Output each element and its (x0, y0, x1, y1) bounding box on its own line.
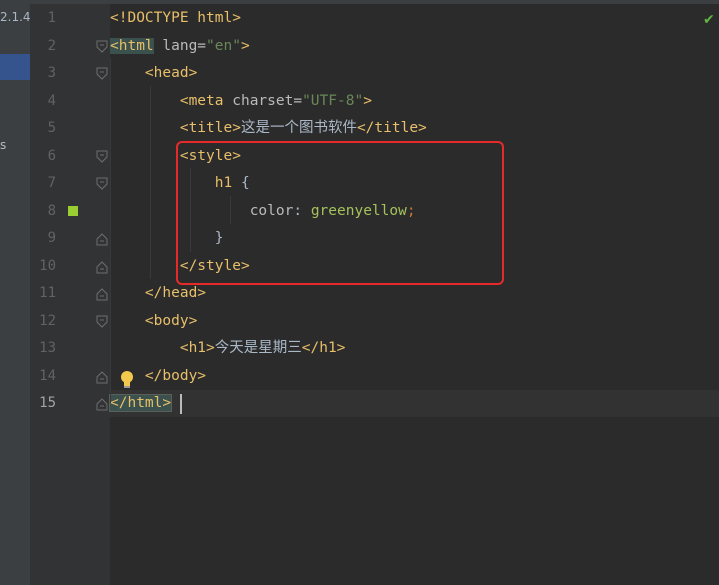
current-line-highlight (110, 390, 719, 417)
code-line[interactable]: <html lang="en"> (110, 33, 250, 60)
line-number: 4 (47, 92, 56, 109)
text-caret (180, 394, 182, 414)
code-token: 这是一个图书软件 (240, 120, 357, 136)
fold-marker-icon[interactable] (96, 67, 108, 81)
indent-guide-html (110, 58, 111, 403)
project-panel-mark: s (0, 138, 7, 152)
fold-marker-icon[interactable] (96, 260, 108, 274)
code-token: <body> (110, 312, 198, 329)
project-version-text: 2.1.4 (0, 10, 30, 24)
code-token: </h1> (301, 340, 346, 356)
code-token: <h1> (110, 340, 215, 356)
code-token: lang= (153, 37, 207, 54)
code-token: "UTF-8" (302, 92, 364, 109)
line-number: 12 (39, 312, 56, 329)
fold-marker-icon[interactable] (96, 397, 108, 411)
fold-marker-icon[interactable] (96, 315, 108, 329)
line-number: 6 (47, 147, 56, 164)
code-token: </head> (110, 285, 207, 301)
line-number: 14 (39, 367, 56, 384)
code-token: <!DOCTYPE html> (110, 10, 241, 26)
code-line[interactable]: <title>这是一个图书软件</title> (110, 115, 427, 142)
fold-marker-icon[interactable] (96, 370, 108, 384)
line-number: 8 (47, 202, 56, 219)
code-token: <meta (110, 92, 224, 109)
code-line[interactable]: </html> (108, 390, 173, 417)
fold-marker-icon[interactable] (96, 232, 108, 246)
line-number: 10 (39, 257, 56, 274)
highlight-box (176, 141, 504, 285)
code-token: <head> (110, 65, 198, 81)
lightbulb-icon[interactable] (119, 370, 135, 390)
code-line[interactable]: <body> (110, 308, 197, 335)
fold-marker-icon[interactable] (96, 177, 108, 191)
line-number: 7 (47, 175, 56, 191)
code-line[interactable]: <h1>今天是星期三</h1> (110, 335, 346, 362)
line-number: 1 (47, 10, 56, 26)
line-number: 9 (47, 230, 56, 246)
check-icon: ✔ (703, 12, 715, 28)
code-line[interactable]: <head> (110, 60, 197, 87)
code-token: <title> (110, 120, 241, 136)
code-token: </html> (108, 394, 173, 412)
fold-marker-icon[interactable] (96, 287, 108, 301)
fold-marker-icon[interactable] (96, 150, 108, 164)
project-selected-row[interactable] (0, 54, 30, 80)
indent-guide-head (150, 86, 151, 279)
color-swatch-icon[interactable] (68, 206, 78, 216)
code-token: 今天是星期三 (214, 340, 302, 356)
code-token: > (363, 92, 372, 109)
code-token: > (240, 37, 250, 54)
code-line[interactable]: <!DOCTYPE html> (110, 5, 241, 32)
line-number: 2 (47, 37, 56, 54)
fold-marker-icon[interactable] (96, 40, 108, 54)
line-number: 11 (39, 285, 56, 301)
project-panel-strip: 2.1.4 s (0, 0, 30, 585)
line-number: 13 (39, 340, 56, 356)
line-number: 5 (47, 120, 56, 136)
code-token: <html (110, 37, 154, 54)
editor-top-border (30, 0, 719, 4)
line-number: 15 (39, 395, 56, 411)
code-token: "en" (206, 37, 241, 54)
code-token: </title> (356, 120, 427, 136)
code-token: charset= (223, 92, 303, 109)
line-number: 3 (47, 65, 56, 81)
